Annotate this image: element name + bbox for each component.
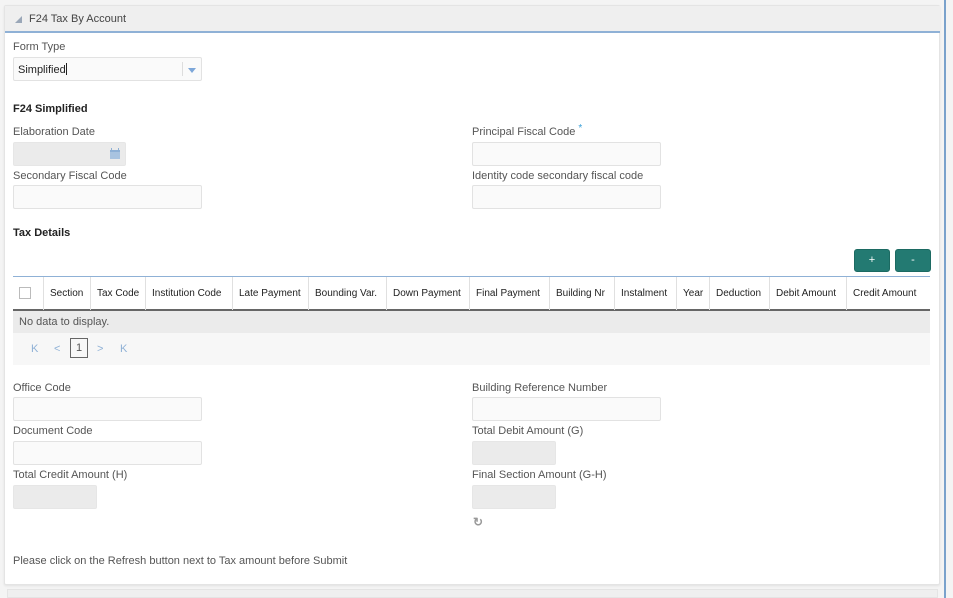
panel-header[interactable]: F24 Tax By Account [5,6,940,33]
column-header[interactable]: Deduction [710,277,770,310]
final-section-label: Final Section Amount (G-H) [472,469,607,481]
office-code-label: Office Code [13,382,71,394]
page-scroll-rule [944,0,946,598]
select-all-cell [13,277,44,310]
next-page-icon[interactable]: > [97,343,103,355]
building-ref-input[interactable] [472,397,661,421]
empty-message: No data to display. [13,311,930,333]
building-ref-label: Building Reference Number [472,382,608,394]
remove-row-button[interactable]: - [895,249,931,272]
last-page-icon[interactable]: K [120,343,127,355]
column-header[interactable]: Section [44,277,91,310]
column-header[interactable]: Final Payment [470,277,550,310]
chevron-down-icon[interactable] [188,68,196,73]
current-page[interactable]: 1 [70,338,88,358]
pager: K < 1 > K [13,333,930,365]
secondary-fiscal-code-label: Secondary Fiscal Code [13,170,127,182]
column-header[interactable]: Late Payment [233,277,309,310]
f24-simplified-title: F24 Simplified [13,103,88,115]
next-panel-header [7,589,938,598]
total-debit-label: Total Debit Amount (G) [472,425,584,437]
form-type-label: Form Type [13,41,66,53]
column-header[interactable]: Bounding Var. [309,277,387,310]
refresh-note: Please click on the Refresh button next … [13,555,348,567]
elaboration-date-label: Elaboration Date [13,126,95,138]
column-header[interactable]: Building Nr [550,277,615,310]
column-header[interactable]: Instalment [615,277,677,310]
column-header[interactable]: Credit Amount [847,277,930,310]
first-page-icon[interactable]: K [31,343,38,355]
total-credit-label: Total Credit Amount (H) [13,469,128,481]
select-divider [182,62,183,76]
add-row-button[interactable]: + [854,249,890,272]
tax-details-title: Tax Details [13,227,71,239]
identity-code-label: Identity code secondary fiscal code [472,170,644,182]
form-type-value: Simplified [18,63,67,76]
document-code-label: Document Code [13,425,93,437]
secondary-fiscal-code-input[interactable] [13,185,202,209]
select-all-checkbox[interactable] [19,287,31,299]
elaboration-date-field[interactable] [13,142,126,166]
collapse-triangle-icon[interactable] [15,16,22,23]
grid-header: Section Tax Code Institution Code Late P… [13,276,930,311]
column-header[interactable]: Institution Code [146,277,233,310]
form-type-select[interactable]: Simplified [13,57,202,81]
principal-fiscal-code-label: Principal Fiscal Code * [472,123,583,138]
final-section-field [472,485,556,509]
column-header[interactable]: Down Payment [387,277,470,310]
total-debit-field [472,441,556,465]
refresh-icon[interactable]: ↻ [473,516,484,528]
office-code-input[interactable] [13,397,202,421]
previous-page-icon[interactable]: < [54,343,60,355]
column-header[interactable]: Tax Code [91,277,146,310]
panel-title: F24 Tax By Account [29,13,127,25]
column-header[interactable]: Year [677,277,710,310]
principal-fiscal-code-input[interactable] [472,142,661,166]
calendar-icon[interactable] [110,148,120,159]
document-code-input[interactable] [13,441,202,465]
tax-details-grid: Section Tax Code Institution Code Late P… [13,276,930,365]
required-marker: * [578,123,583,134]
identity-code-input[interactable] [472,185,661,209]
column-header[interactable]: Debit Amount [770,277,847,310]
total-credit-field [13,485,97,509]
